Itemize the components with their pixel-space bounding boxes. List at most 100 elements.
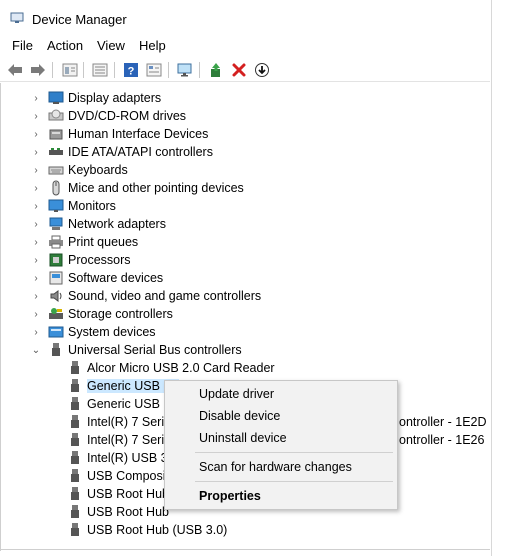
processor-icon xyxy=(49,253,63,267)
tree-category-monitors[interactable]: › Monitors xyxy=(1,197,491,215)
tree-device-label: USB Root Hub xyxy=(87,505,169,519)
toolbar-separator xyxy=(168,62,169,78)
tree-device-label-suffix: ontroller - 1E2D xyxy=(399,415,487,429)
tree-category-label: Processors xyxy=(68,253,131,267)
tree-category-label: DVD/CD-ROM drives xyxy=(68,109,187,123)
usb-icon xyxy=(52,343,60,356)
window-edge xyxy=(491,0,492,556)
tree-category-storage-controllers[interactable]: › Storage controllers xyxy=(1,305,491,323)
tree-category-usb-controllers[interactable]: ⌄ Universal Serial Bus controllers xyxy=(1,341,491,359)
expand-chevron-icon[interactable]: › xyxy=(31,164,41,176)
tree-category-label: Software devices xyxy=(68,271,164,285)
context-menu-label: Properties xyxy=(199,489,261,503)
svg-text:?: ? xyxy=(128,66,135,78)
tree-device-label: USB Composite xyxy=(87,469,176,483)
download-icon[interactable] xyxy=(253,61,271,79)
tree-category-human-interface-devices[interactable]: › Human Interface Devices xyxy=(1,125,491,143)
tree-category-label: Monitors xyxy=(68,199,116,213)
tree-category-label: System devices xyxy=(68,325,156,339)
toolbar-separator xyxy=(199,62,200,78)
tree-category-sound-video-game[interactable]: › Sound, video and game controllers xyxy=(1,287,491,305)
help-icon[interactable]: ? xyxy=(122,61,140,79)
tree-device-label: USB Root Hub (USB 3.0) xyxy=(87,523,228,537)
usb-device-icon xyxy=(71,505,79,518)
tree-category-label: Universal Serial Bus controllers xyxy=(68,343,242,357)
tree-category-label: Display adapters xyxy=(68,91,162,105)
menu-bar: File Action View Help xyxy=(0,37,490,55)
context-menu-label: Update driver xyxy=(199,387,275,401)
context-menu-disable-device[interactable]: Disable device xyxy=(165,406,397,426)
context-menu: Update driver Disable device Uninstall d… xyxy=(164,380,398,510)
menu-action[interactable]: Action xyxy=(47,38,83,53)
tree-category-label: Storage controllers xyxy=(68,307,173,321)
tree-category-display-adapters[interactable]: › Display adapters xyxy=(1,89,491,107)
toolbar-separator xyxy=(52,62,53,78)
tree-category-system-devices[interactable]: › System devices xyxy=(1,323,491,341)
menu-help[interactable]: Help xyxy=(139,38,166,53)
tree-device-item[interactable]: USB Root Hub (USB 3.0) xyxy=(1,521,491,539)
title-bar: Device Manager xyxy=(0,0,526,38)
printer-icon xyxy=(49,235,63,249)
context-menu-label: Disable device xyxy=(199,409,281,423)
monitor-scan-icon[interactable] xyxy=(176,61,194,79)
expand-chevron-icon[interactable]: › xyxy=(31,182,41,194)
expand-chevron-icon[interactable]: › xyxy=(31,290,41,302)
expand-chevron-icon[interactable]: › xyxy=(31,146,41,158)
tree-category-ide-controllers[interactable]: › IDE ATA/ATAPI controllers xyxy=(1,143,491,161)
context-menu-separator xyxy=(195,481,393,482)
context-menu-update-driver[interactable]: Update driver xyxy=(165,384,397,404)
context-menu-uninstall-device[interactable]: Uninstall device xyxy=(165,428,397,448)
expand-chevron-icon[interactable]: › xyxy=(31,92,41,104)
ide-controller-icon xyxy=(49,148,63,155)
tree-category-software-devices[interactable]: › Software devices xyxy=(1,269,491,287)
dvd-drive-icon xyxy=(48,109,64,121)
expand-chevron-icon[interactable]: › xyxy=(31,236,41,248)
collapse-chevron-icon[interactable]: ⌄ xyxy=(31,344,41,356)
storage-controller-icon xyxy=(49,308,63,319)
context-menu-scan-hardware[interactable]: Scan for hardware changes xyxy=(165,457,397,477)
tree-category-label: IDE ATA/ATAPI controllers xyxy=(68,145,213,159)
expand-chevron-icon[interactable]: › xyxy=(31,254,41,266)
window-title: Device Manager xyxy=(32,12,127,27)
tree-device-item[interactable]: Alcor Micro USB 2.0 Card Reader xyxy=(1,359,491,377)
tree-category-print-queues[interactable]: › Print queues xyxy=(1,233,491,251)
tree-category-mice[interactable]: › Mice and other pointing devices xyxy=(1,179,491,197)
usb-device-icon xyxy=(71,523,79,536)
toolbar-separator xyxy=(83,62,84,78)
usb-device-icon xyxy=(71,469,79,482)
details-view-icon[interactable] xyxy=(145,61,163,79)
context-menu-properties[interactable]: Properties xyxy=(165,486,397,506)
menu-file[interactable]: File xyxy=(12,38,33,53)
toolbar: ? xyxy=(0,58,490,82)
update-driver-icon[interactable] xyxy=(207,61,225,79)
tree-category-dvd-drives[interactable]: › DVD/CD-ROM drives xyxy=(1,107,491,125)
context-menu-label: Uninstall device xyxy=(199,431,287,445)
toolbar-separator xyxy=(114,62,115,78)
usb-device-icon xyxy=(71,361,79,374)
back-arrow-icon[interactable] xyxy=(6,61,24,79)
monitor-icon xyxy=(48,199,64,212)
display-adapter-icon xyxy=(48,91,64,104)
keyboard-icon xyxy=(48,166,64,175)
expand-chevron-icon[interactable]: › xyxy=(31,272,41,284)
expand-chevron-icon[interactable]: › xyxy=(31,128,41,140)
system-device-icon xyxy=(48,326,64,338)
forward-arrow-icon[interactable] xyxy=(29,61,47,79)
tree-category-processors[interactable]: › Processors xyxy=(1,251,491,269)
usb-device-icon xyxy=(71,487,79,500)
tree-category-keyboards[interactable]: › Keyboards xyxy=(1,161,491,179)
tree-device-label-suffix: ontroller - 1E26 xyxy=(399,433,485,447)
uninstall-x-icon[interactable] xyxy=(230,61,248,79)
expand-chevron-icon[interactable]: › xyxy=(31,218,41,230)
tree-category-network-adapters[interactable]: › Network adapters xyxy=(1,215,491,233)
usb-device-icon xyxy=(71,451,79,464)
expand-chevron-icon[interactable]: › xyxy=(31,308,41,320)
menu-view[interactable]: View xyxy=(97,38,125,53)
expand-chevron-icon[interactable]: › xyxy=(31,110,41,122)
expand-chevron-icon[interactable]: › xyxy=(31,326,41,338)
list-view-icon[interactable] xyxy=(91,61,109,79)
tree-device-label: USB Root Hub xyxy=(87,487,169,501)
expand-chevron-icon[interactable]: › xyxy=(31,200,41,212)
tree-device-label: Alcor Micro USB 2.0 Card Reader xyxy=(87,361,275,375)
properties-grid-icon[interactable] xyxy=(61,61,79,79)
